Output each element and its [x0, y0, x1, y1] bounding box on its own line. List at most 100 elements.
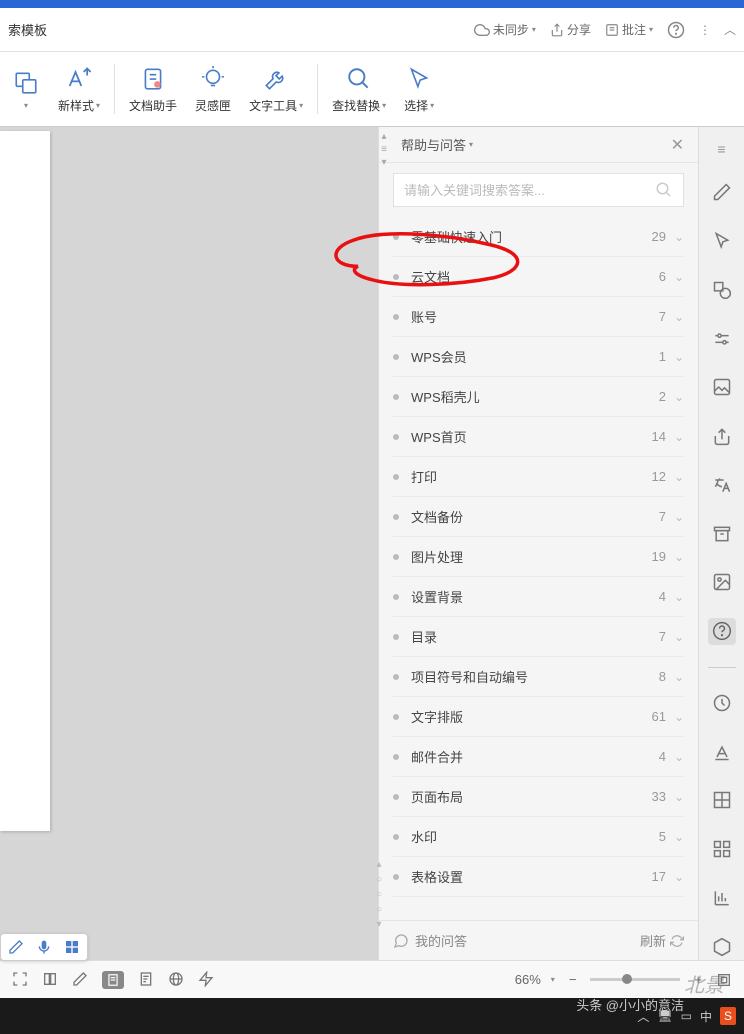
fullscreen-icon	[12, 971, 28, 987]
rail-chart[interactable]	[708, 884, 736, 911]
panel-scroll-handle[interactable]: ▴○○○▾	[376, 859, 382, 930]
bullet-icon	[393, 754, 399, 760]
help-item-label: WPS首页	[411, 427, 651, 446]
help-item-count: 4	[659, 589, 666, 604]
help-item[interactable]: 设置背景 4 ⌄	[393, 577, 684, 617]
help-item[interactable]: 水印 5 ⌄	[393, 817, 684, 857]
text-tools-button[interactable]: 文字工具▾	[241, 61, 311, 118]
rail-hex[interactable]	[708, 933, 736, 960]
help-item-label: WPS稻壳儿	[411, 387, 659, 406]
panel-collapse-handle[interactable]: ▴≡▾	[376, 127, 392, 168]
page-view-button[interactable]	[102, 971, 124, 989]
fit-screen-button[interactable]	[716, 972, 732, 988]
chart-icon	[712, 888, 732, 908]
help-item[interactable]: 目录 7 ⌄	[393, 617, 684, 657]
find-replace-button[interactable]: 查找替换▾	[324, 61, 394, 118]
doc-helper-button[interactable]: 文档助手	[121, 61, 185, 118]
inspiration-button[interactable]: 灵感匣	[187, 61, 239, 118]
outline-icon	[138, 971, 154, 987]
chevron-down-icon: ⌄	[674, 550, 684, 564]
help-item[interactable]: 账号 7 ⌄	[393, 297, 684, 337]
rail-shape[interactable]	[708, 277, 736, 304]
rail-image[interactable]	[708, 374, 736, 401]
chevron-down-icon: ⌄	[674, 670, 684, 684]
close-panel-button[interactable]: ✕	[671, 135, 684, 155]
rail-help[interactable]	[708, 618, 736, 645]
rail-pencil[interactable]	[708, 179, 736, 206]
help-item[interactable]: 邮件合并 4 ⌄	[393, 737, 684, 777]
kebab-icon: ⋮	[699, 23, 710, 37]
refresh-button[interactable]: 刷新	[640, 931, 684, 950]
rail-cursor[interactable]	[708, 228, 736, 255]
rail-table[interactable]	[708, 787, 736, 814]
web-view-button[interactable]	[168, 971, 184, 989]
rail-export[interactable]	[708, 423, 736, 450]
help-item[interactable]: 项目符号和自动编号 8 ⌄	[393, 657, 684, 697]
style-a-button[interactable]: ▾	[4, 65, 48, 114]
rail-underline[interactable]	[708, 738, 736, 765]
document-canvas[interactable]	[0, 127, 378, 960]
apps-tool[interactable]	[63, 938, 81, 956]
help-item[interactable]: WPS稻壳儿 2 ⌄	[393, 377, 684, 417]
zoom-slider[interactable]	[590, 978, 680, 981]
cursor-icon	[406, 66, 432, 92]
help-item[interactable]: WPS首页 14 ⌄	[393, 417, 684, 457]
share-button[interactable]: 分享	[550, 21, 591, 38]
help-item-count: 29	[651, 229, 665, 244]
zoom-out-button[interactable]: −	[565, 972, 581, 987]
help-item-count: 61	[651, 709, 665, 724]
note-icon	[605, 23, 619, 37]
rail-picture[interactable]	[708, 569, 736, 596]
help-item[interactable]: 表格设置 17 ⌄	[393, 857, 684, 897]
bullet-icon	[393, 354, 399, 360]
edit-view-button[interactable]	[72, 971, 88, 989]
sync-status[interactable]: 未同步 ▾	[474, 21, 536, 38]
help-item-count: 14	[651, 429, 665, 444]
reading-view-button[interactable]	[42, 971, 58, 989]
help-item[interactable]: 打印 12 ⌄	[393, 457, 684, 497]
shape-icon	[712, 280, 732, 300]
bullet-icon	[393, 554, 399, 560]
pen-tool[interactable]	[7, 938, 25, 956]
zoom-in-button[interactable]: +	[690, 972, 706, 987]
ime-indicator[interactable]: S	[720, 1007, 736, 1025]
help-item[interactable]: 页面布局 33 ⌄	[393, 777, 684, 817]
voice-tool[interactable]	[35, 938, 53, 956]
rail-translate[interactable]	[708, 472, 736, 499]
collapse-ribbon[interactable]: ︿	[724, 21, 736, 38]
search-input[interactable]	[404, 183, 655, 198]
help-item[interactable]: 零基础快速入门 29 ⌄	[393, 217, 684, 257]
rail-menu-icon[interactable]: ≡	[717, 141, 725, 157]
rail-apps[interactable]	[708, 836, 736, 863]
rail-archive[interactable]	[708, 520, 736, 547]
fullscreen-button[interactable]	[12, 971, 28, 989]
bullet-icon	[393, 274, 399, 280]
rail-settings[interactable]	[708, 325, 736, 352]
my-qa-button[interactable]: 我的问答	[393, 931, 467, 950]
search-icon[interactable]	[655, 181, 673, 199]
more-menu[interactable]: ⋮	[699, 23, 710, 37]
quick-access-button[interactable]	[198, 971, 214, 989]
zoom-level[interactable]: 66%	[515, 972, 541, 987]
new-style-button[interactable]: 新样式▾	[50, 61, 108, 118]
help-item-label: 项目符号和自动编号	[411, 667, 659, 686]
share-icon	[550, 23, 564, 37]
close-icon: ✕	[671, 137, 684, 154]
help-item[interactable]: 文字排版 61 ⌄	[393, 697, 684, 737]
panel-title[interactable]: 帮助与问答 ▾	[401, 135, 473, 154]
help-button[interactable]	[667, 21, 685, 39]
globe-icon	[168, 971, 184, 987]
chevron-down-icon: ▾	[551, 975, 555, 984]
help-search[interactable]	[393, 173, 684, 207]
select-button[interactable]: 选择▾	[396, 61, 442, 118]
bullet-icon	[393, 514, 399, 520]
annotate-button[interactable]: 批注 ▾	[605, 21, 653, 38]
help-item[interactable]: 云文档 6 ⌄	[393, 257, 684, 297]
help-item[interactable]: 文档备份 7 ⌄	[393, 497, 684, 537]
rail-history[interactable]	[708, 689, 736, 716]
outline-view-button[interactable]	[138, 971, 154, 989]
ime-lang[interactable]: 中	[700, 1008, 712, 1025]
help-item[interactable]: WPS会员 1 ⌄	[393, 337, 684, 377]
chevron-down-icon: ⌄	[674, 430, 684, 444]
help-item[interactable]: 图片处理 19 ⌄	[393, 537, 684, 577]
